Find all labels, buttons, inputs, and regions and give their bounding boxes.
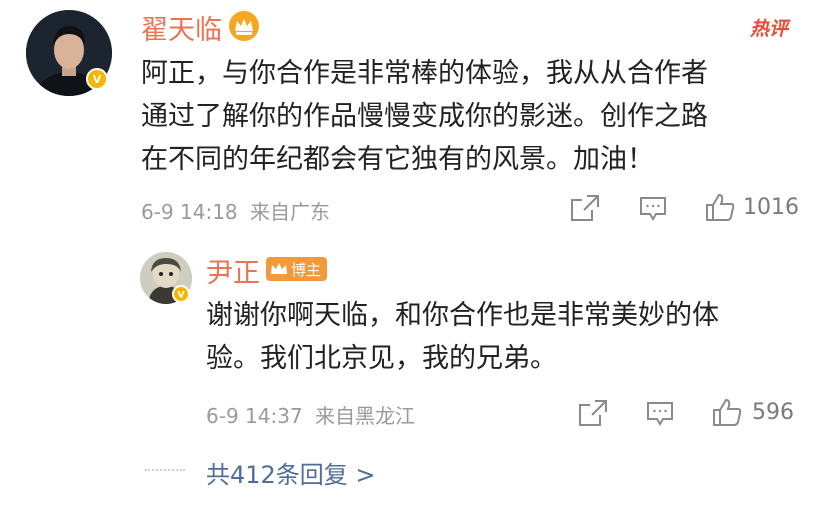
svg-text:V: V [177, 289, 185, 299]
share-icon[interactable] [570, 194, 600, 222]
reply-share-icon[interactable] [578, 399, 608, 427]
comment-meta: 6-9 14:18 来自广东 [141, 196, 330, 225]
like-count: 1016 [743, 194, 799, 220]
crown-vip-icon [228, 10, 260, 42]
verified-icon: V [86, 68, 108, 90]
svg-text:V: V [93, 73, 102, 85]
comment-text: 阿正，与你合作是非常棒的体验，我从从合作者 通过了解你的作品慢慢变成你的影迷。创… [141, 52, 811, 181]
like-button[interactable]: 1016 [705, 193, 799, 221]
reply-like-count: 596 [752, 399, 794, 425]
comment-text-line: 阿正，与你合作是非常棒的体验，我从从合作者 [141, 58, 708, 89]
comment-location: 来自广东 [250, 200, 331, 224]
reply-text: 谢谢你啊天临，和你合作也是非常美妙的体 验。我们北京见，我的兄弟。 [206, 294, 806, 380]
reply-comment-icon[interactable] [646, 400, 674, 428]
thumbs-up-icon [705, 193, 735, 221]
comment-icon[interactable] [639, 195, 667, 223]
reply-verified-icon: V [172, 285, 190, 303]
username[interactable]: 翟天临 [141, 8, 222, 47]
reply-thumbs-up-icon [712, 398, 742, 426]
crown-icon [270, 261, 288, 277]
reply-text-line: 谢谢你啊天临，和你合作也是非常美妙的体 [206, 300, 719, 331]
reply-username[interactable]: 尹正 [206, 251, 260, 290]
reply-meta: 6-9 14:37 来自黑龙江 [206, 400, 415, 429]
blogger-badge-label: 博主 [291, 260, 322, 279]
blogger-badge: 博主 [266, 257, 328, 281]
comment-date: 6-9 14:18 [141, 200, 238, 224]
reply-like-button[interactable]: 596 [712, 398, 794, 426]
comment-text-line: 通过了解你的作品慢慢变成你的影迷。创作之路 [141, 101, 708, 132]
reply-date: 6-9 14:37 [206, 404, 303, 428]
reply-location: 来自黑龙江 [315, 404, 416, 428]
reply-text-line: 验。我们北京见，我的兄弟。 [206, 343, 557, 374]
comment-text-line: 在不同的年纪都会有它独有的风景。加油！ [141, 144, 654, 175]
hot-comment-tag: 热评 [750, 18, 789, 40]
view-replies-link[interactable]: 共412条回复 > [206, 455, 376, 490]
divider [145, 469, 185, 471]
